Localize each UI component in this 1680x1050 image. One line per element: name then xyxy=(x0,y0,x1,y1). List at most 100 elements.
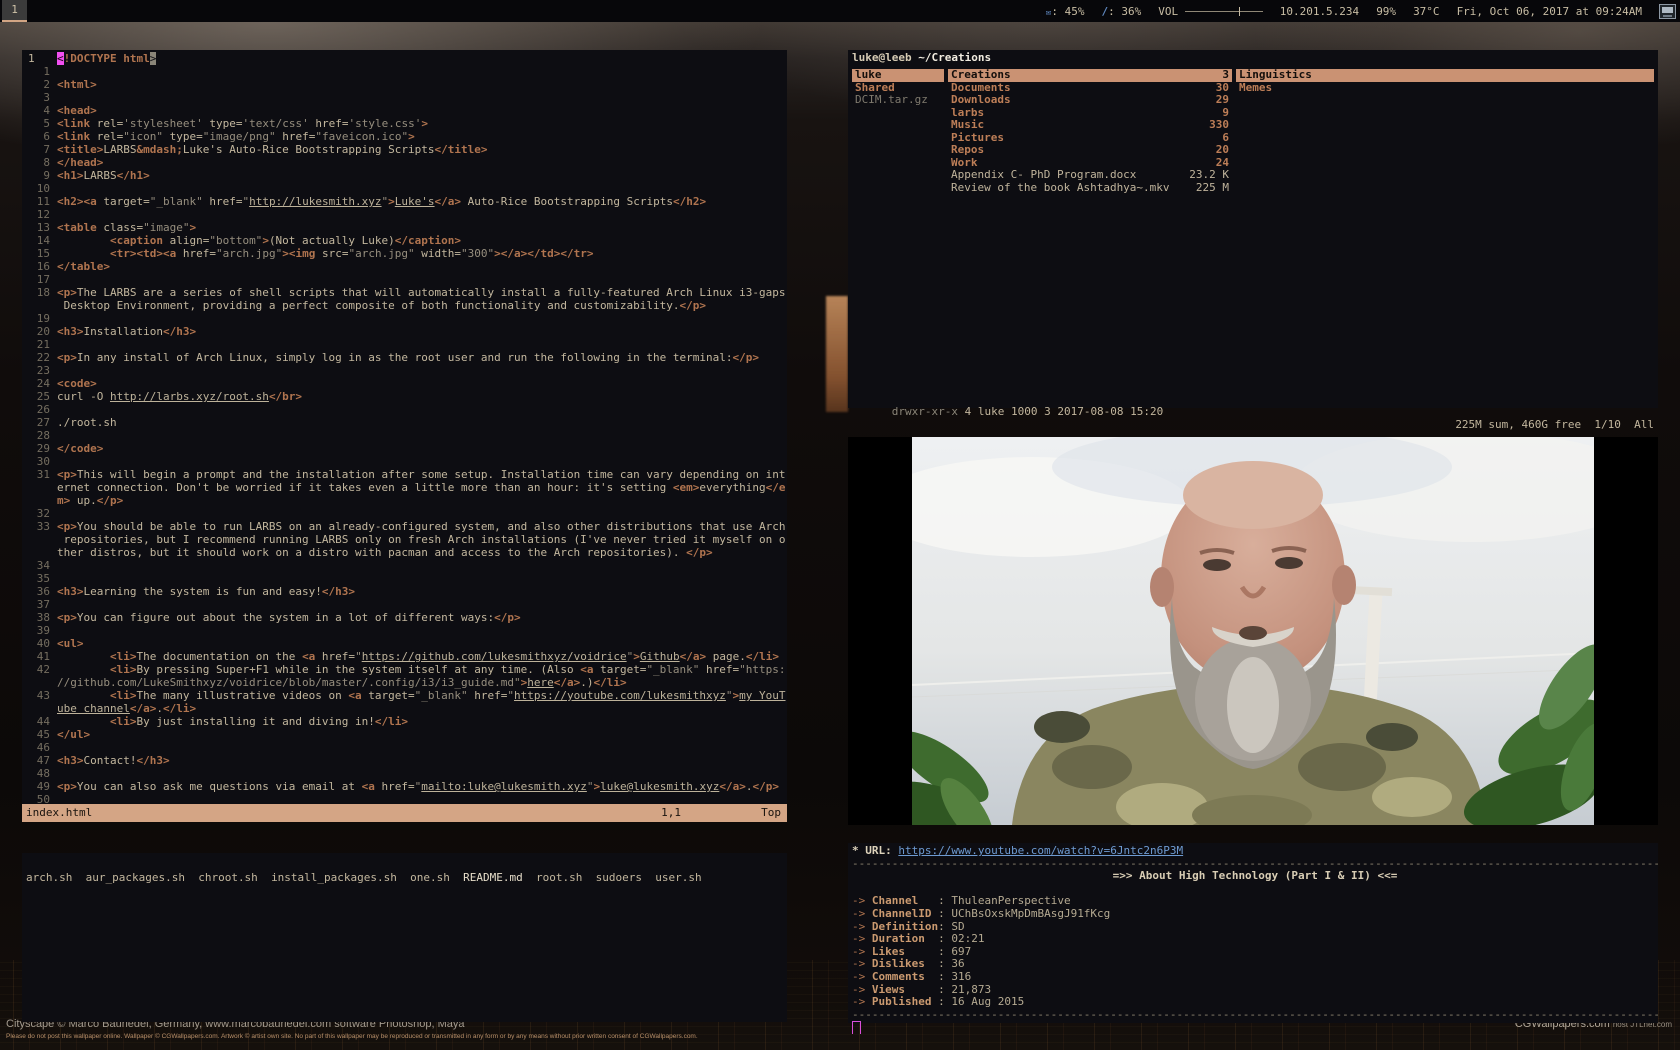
vim-editor-window[interactable]: 1<!DOCTYPE html>12<html>34<head>5<link r… xyxy=(22,50,787,822)
editor-line[interactable]: 21 xyxy=(22,338,787,351)
editor-line[interactable]: 14 <caption align="bottom">(Not actually… xyxy=(22,234,787,247)
terminal-prompt-line[interactable]: [luke@leeb larbs]$ xyxy=(22,885,787,899)
editor-line[interactable]: 42 <li>By pressing Super+F1 while in the… xyxy=(22,663,787,676)
editor-line[interactable]: 46 xyxy=(22,741,787,754)
ranger-item-pictures[interactable]: Pictures6 xyxy=(948,132,1232,145)
editor-line[interactable]: 31<p>This will begin a prompt and the in… xyxy=(22,468,787,481)
ranger-item-shared[interactable]: Shared xyxy=(852,82,944,95)
editor-line[interactable]: Desktop Environment, providing a perfect… xyxy=(22,299,787,312)
editor-line[interactable]: 30 xyxy=(22,455,787,468)
ranger-current-pane[interactable]: Creations3Documents30Downloads29larbs9Mu… xyxy=(948,69,1232,194)
file-name: install_packages.sh xyxy=(271,871,397,884)
file-name: chroot.sh xyxy=(198,871,258,884)
editor-line[interactable]: 36<h3>Learning the system is fun and eas… xyxy=(22,585,787,598)
editor-line[interactable]: 25curl -O http://larbs.xyz/root.sh</br> xyxy=(22,390,787,403)
ranger-item-review-of-the-book-ashtadhya-mkv[interactable]: Review of the book Ashtadhya~.mkv225 M xyxy=(948,182,1232,195)
editor-line[interactable]: 38<p>You can figure out about the system… xyxy=(22,611,787,624)
ranger-item-work[interactable]: Work24 xyxy=(948,157,1232,170)
editor-line[interactable]: 49<p>You can also ask me questions via e… xyxy=(22,780,787,793)
editor-line[interactable]: 1 xyxy=(22,65,787,78)
line-number: 19 xyxy=(22,312,50,325)
line-number: 3 xyxy=(22,91,50,104)
video-info-row: -> Duration : 02:21 xyxy=(848,933,1658,946)
ranger-parent-pane[interactable]: lukeSharedDCIM.tar.gz xyxy=(852,69,944,107)
editor-line[interactable]: 32 xyxy=(22,507,787,520)
ranger-item-dcim-tar-gz[interactable]: DCIM.tar.gz xyxy=(852,94,944,107)
editor-line[interactable]: ther distros, but it should work on a di… xyxy=(22,546,787,559)
editor-line[interactable]: 17 xyxy=(22,273,787,286)
editor-line[interactable]: 34 xyxy=(22,559,787,572)
editor-line[interactable]: 43 <li>The many illustrative videos on <… xyxy=(22,689,787,702)
editor-line[interactable]: 45</ul> xyxy=(22,728,787,741)
terminal-left-window[interactable]: [luke@leeb larbs]$ ls arch.sh aur_packag… xyxy=(22,853,787,1022)
ranger-item-music[interactable]: Music330 xyxy=(948,119,1232,132)
ranger-item-linguistics[interactable]: Linguistics xyxy=(1236,69,1654,82)
editor-line[interactable]: 29</code> xyxy=(22,442,787,455)
editor-line[interactable]: 28 xyxy=(22,429,787,442)
editor-line[interactable]: 15 <tr><td><a href="arch.jpg"><img src="… xyxy=(22,247,787,260)
editor-line[interactable]: 22<p>In any install of Arch Linux, simpl… xyxy=(22,351,787,364)
workspace-button-1[interactable]: 1 xyxy=(2,0,27,22)
editor-line[interactable]: 18<p>The LARBS are a series of shell scr… xyxy=(22,286,787,299)
editor-text-area[interactable]: 1<!DOCTYPE html>12<html>34<head>5<link r… xyxy=(22,52,787,806)
editor-line[interactable]: 16</table> xyxy=(22,260,787,273)
editor-line[interactable]: 44 <li>By just installing it and diving … xyxy=(22,715,787,728)
systray-monitor-icon[interactable] xyxy=(1659,4,1676,19)
editor-line[interactable]: 19 xyxy=(22,312,787,325)
ranger-item-appendix-c-phd-program-docx[interactable]: Appendix C- PhD Program.docx23.2 K xyxy=(948,169,1232,182)
editor-line[interactable]: 39 xyxy=(22,624,787,637)
editor-line[interactable]: //github.com/LukeSmithxyz/voidrice/blob/… xyxy=(22,676,787,689)
editor-line[interactable]: 47<h3>Contact!</h3> xyxy=(22,754,787,767)
volume-slider-handle[interactable] xyxy=(1239,7,1240,16)
ranger-item-repos[interactable]: Repos20 xyxy=(948,144,1232,157)
line-number: 47 xyxy=(22,754,50,767)
ranger-item-memes[interactable]: Memes xyxy=(1236,82,1654,95)
editor-line[interactable]: 11<h2><a target="_blank" href="http://lu… xyxy=(22,195,787,208)
editor-line[interactable]: 20<h3>Installation</h3> xyxy=(22,325,787,338)
vim-scroll-position: Top xyxy=(761,804,781,822)
editor-line[interactable]: 10 xyxy=(22,182,787,195)
editor-line[interactable]: 2<html> xyxy=(22,78,787,91)
ranger-preview-pane[interactable]: LinguisticsMemes xyxy=(1236,69,1654,94)
editor-line[interactable]: 8</head> xyxy=(22,156,787,169)
ranger-item-creations[interactable]: Creations3 xyxy=(948,69,1232,82)
editor-line[interactable]: 24<code> xyxy=(22,377,787,390)
volume-slider[interactable] xyxy=(1185,11,1263,12)
disk-module: /: 36% xyxy=(1101,5,1141,18)
editor-line[interactable]: 23 xyxy=(22,364,787,377)
editor-line[interactable]: ernet connection. Don't be worried if it… xyxy=(22,481,787,494)
editor-line[interactable]: ube channel</a>.</li> xyxy=(22,702,787,715)
youtube-url-link[interactable]: https://www.youtube.com/watch?v=6Jntc2n6… xyxy=(898,845,1183,857)
editor-line[interactable]: 5<link rel='stylesheet' type='text/css' … xyxy=(22,117,787,130)
line-number: 22 xyxy=(22,351,50,364)
volume-module[interactable]: VOL xyxy=(1158,5,1263,18)
ls-output-line: arch.sh aur_packages.sh chroot.sh instal… xyxy=(22,871,787,885)
editor-line[interactable]: repositories, but I recommend running LA… xyxy=(22,533,787,546)
editor-line[interactable]: 33<p>You should be able to run LARBS on … xyxy=(22,520,787,533)
mpv-video-window[interactable] xyxy=(848,437,1658,825)
editor-line[interactable]: 7<title>LARBS&mdash;Luke's Auto-Rice Boo… xyxy=(22,143,787,156)
editor-line[interactable]: 9<h1>LARBS</h1> xyxy=(22,169,787,182)
editor-line[interactable]: 26 xyxy=(22,403,787,416)
editor-line[interactable]: 4<head> xyxy=(22,104,787,117)
ranger-item-documents[interactable]: Documents30 xyxy=(948,82,1232,95)
ranger-item-larbs[interactable]: larbs9 xyxy=(948,107,1232,120)
ranger-item-luke[interactable]: luke xyxy=(852,69,944,82)
terminal-cursor-line[interactable] xyxy=(848,1021,1658,1034)
editor-line[interactable]: 37 xyxy=(22,598,787,611)
editor-line[interactable]: 3 xyxy=(22,91,787,104)
editor-line[interactable]: 6<link rel="icon" type="image/png" href=… xyxy=(22,130,787,143)
editor-line[interactable]: m> up.</p> xyxy=(22,494,787,507)
line-number: 8 xyxy=(22,156,50,169)
terminal-right-window[interactable]: * URL: https://www.youtube.com/watch?v=6… xyxy=(848,843,1658,1023)
ranger-item-downloads[interactable]: Downloads29 xyxy=(948,94,1232,107)
editor-line[interactable]: 35 xyxy=(22,572,787,585)
ranger-window[interactable]: luke@leeb ~/Creations lukeSharedDCIM.tar… xyxy=(848,50,1658,408)
editor-line[interactable]: 48 xyxy=(22,767,787,780)
editor-line[interactable]: 40<ul> xyxy=(22,637,787,650)
editor-line[interactable]: 1<!DOCTYPE html> xyxy=(22,52,787,65)
editor-line[interactable]: 13<table class="image"> xyxy=(22,221,787,234)
editor-line[interactable]: 27./root.sh xyxy=(22,416,787,429)
editor-line[interactable]: 41 <li>The documentation on the <a href=… xyxy=(22,650,787,663)
editor-line[interactable]: 12 xyxy=(22,208,787,221)
